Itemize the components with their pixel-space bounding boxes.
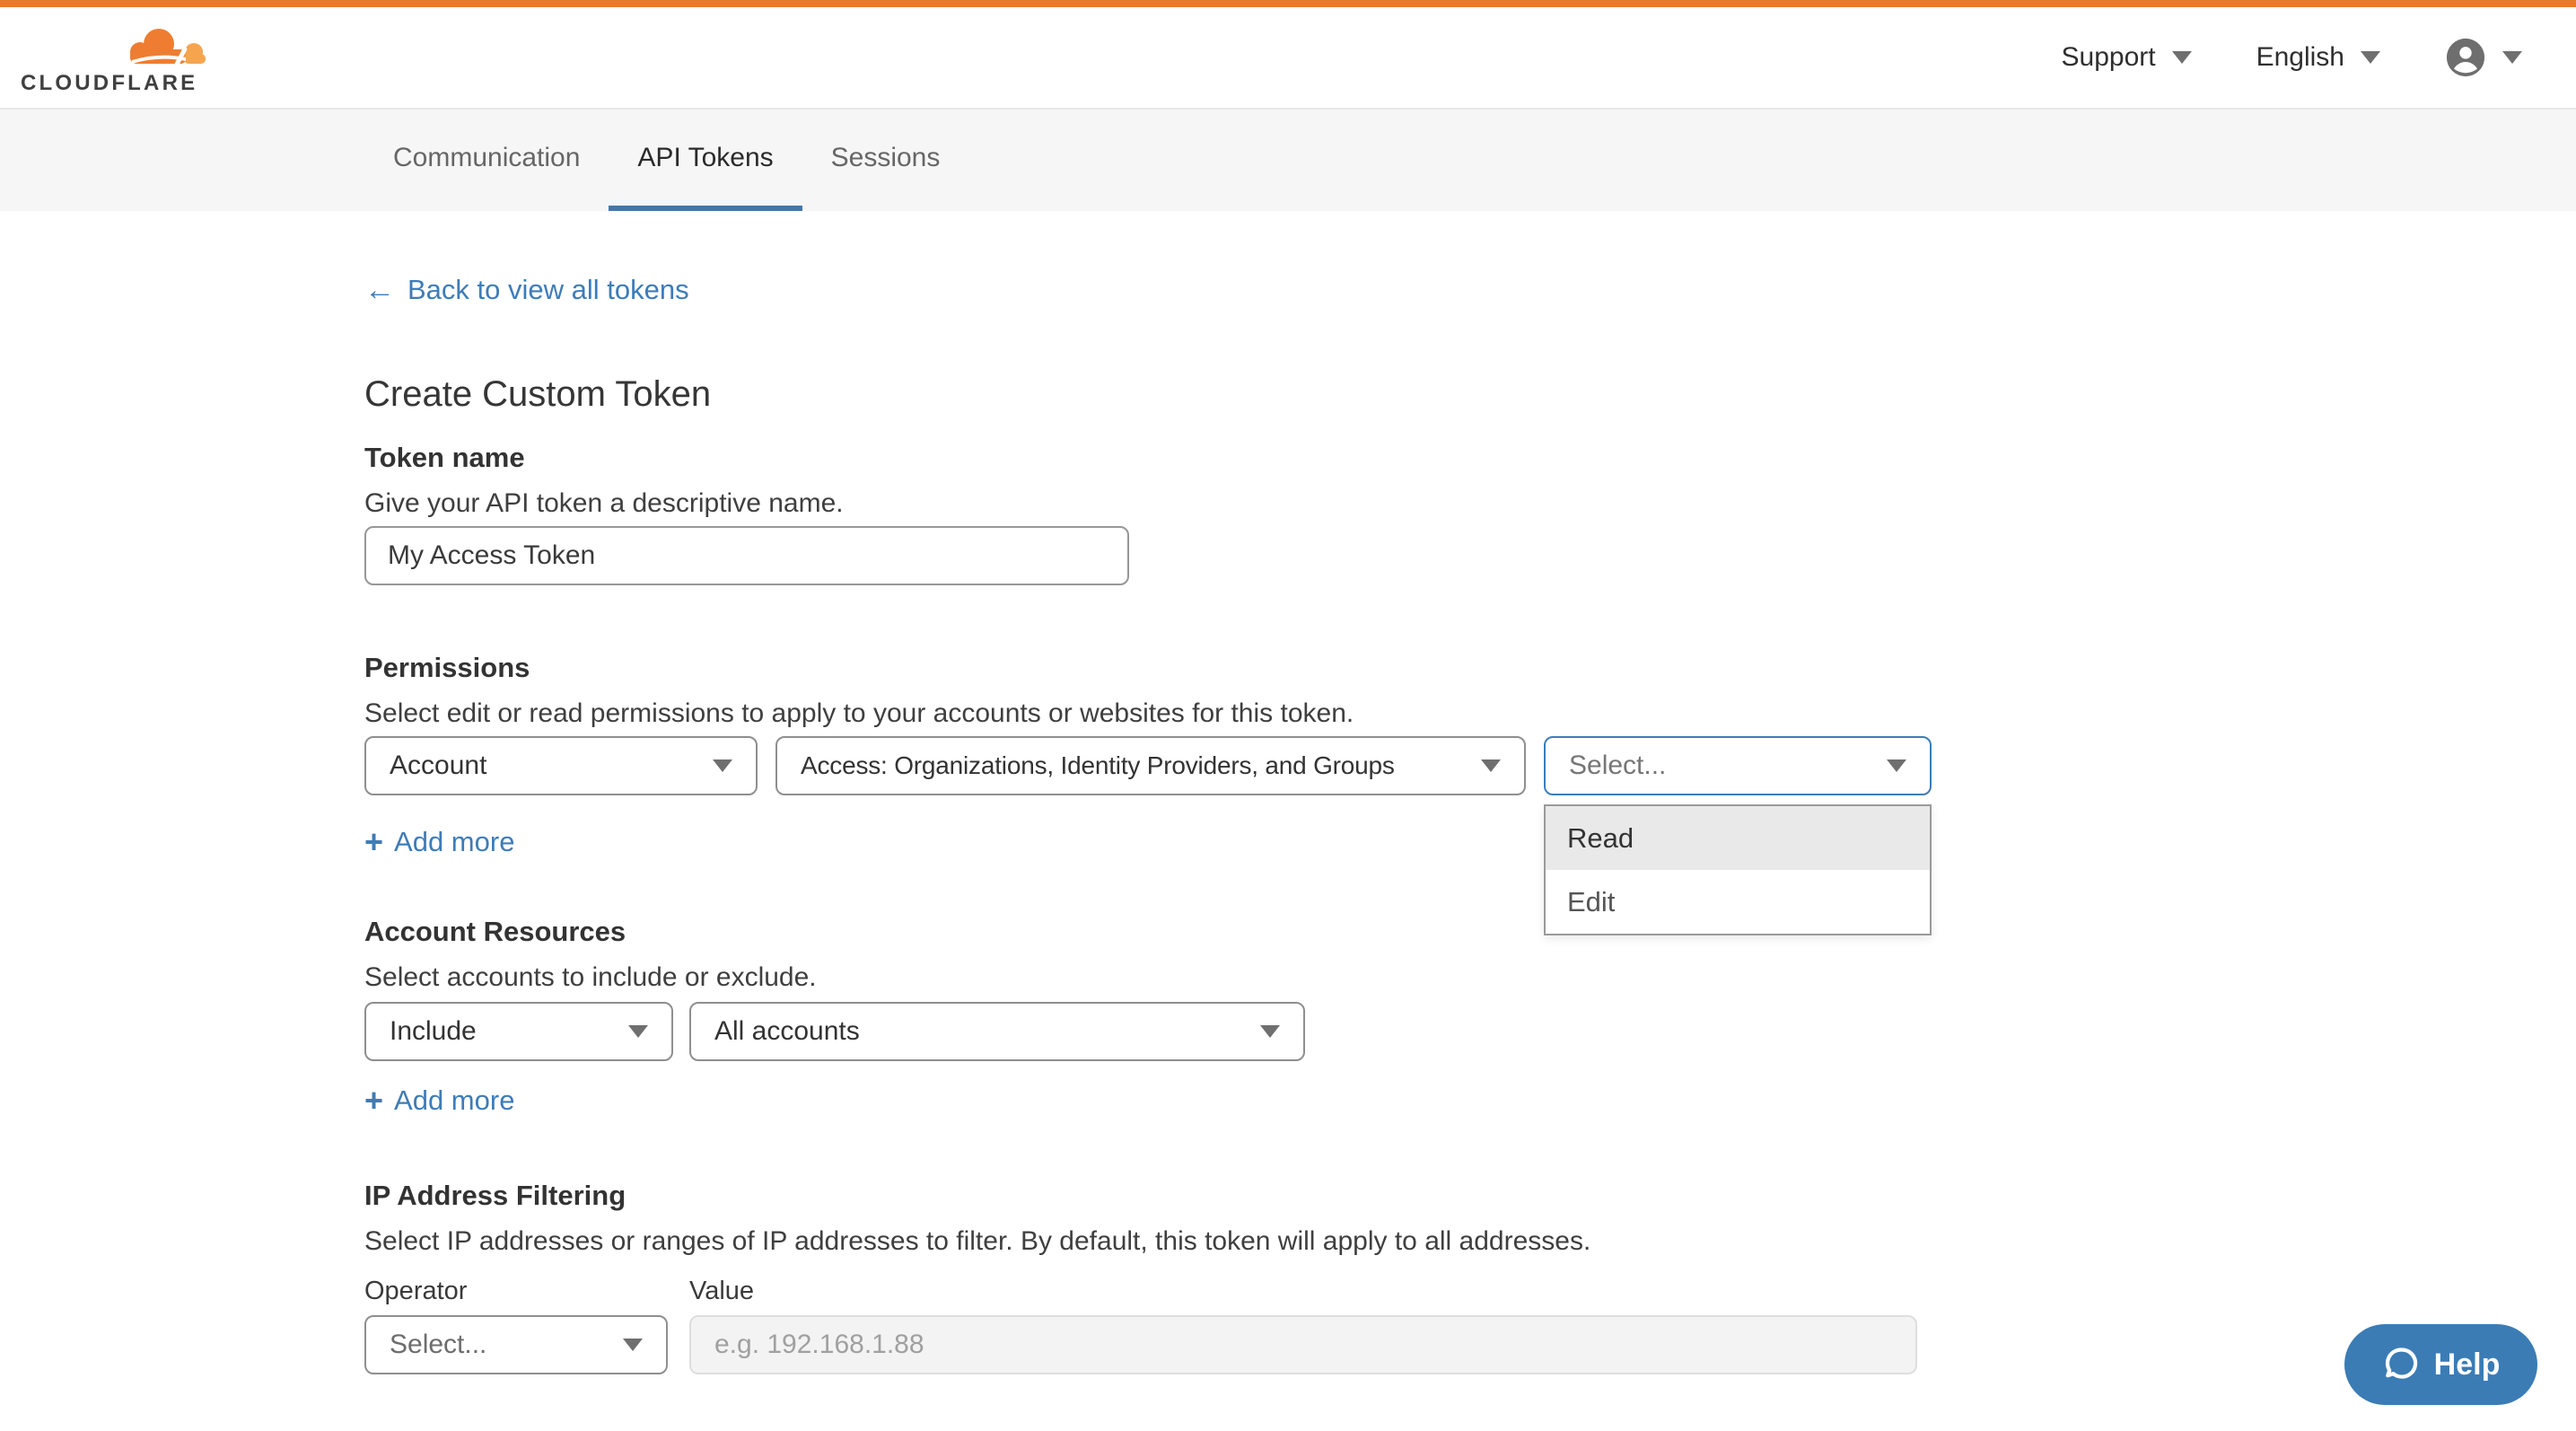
chevron-down-icon [623, 1339, 643, 1351]
account-menu[interactable] [2445, 37, 2522, 78]
user-avatar-icon [2445, 37, 2486, 78]
tab-communication[interactable]: Communication [364, 110, 609, 211]
page-title: Create Custom Token [364, 374, 2064, 415]
support-menu[interactable]: Support [2062, 42, 2192, 73]
permission-scope-select[interactable]: Account [364, 736, 758, 795]
ip-operator-select[interactable]: Select... [364, 1315, 668, 1374]
ip-filter-labels-row: Operator Value [364, 1277, 2064, 1306]
account-resources-description: Select accounts to include or exclude. [364, 962, 2064, 993]
chevron-down-icon [1887, 759, 1906, 772]
resources-add-more-link[interactable]: + Add more [364, 1084, 514, 1117]
brand-wordmark: CLOUDFLARE [21, 71, 211, 96]
access-dropdown-menu: Read Edit [1544, 804, 1932, 935]
language-menu[interactable]: English [2256, 42, 2380, 73]
plus-icon: + [364, 826, 383, 858]
back-arrow-icon: ← [364, 275, 395, 305]
resource-accounts-select[interactable]: All accounts [689, 1002, 1305, 1061]
add-more-label: Add more [394, 1084, 514, 1117]
help-button[interactable]: Help [2344, 1324, 2537, 1405]
permissions-description: Select edit or read permissions to apply… [364, 698, 2064, 729]
chevron-down-icon [2361, 51, 2380, 64]
operator-label: Operator [364, 1277, 689, 1306]
back-link-label: Back to view all tokens [407, 274, 689, 306]
cloudflare-logo[interactable]: CLOUDFLARE [21, 19, 211, 96]
support-menu-label: Support [2062, 42, 2156, 73]
ip-filtering-description: Select IP addresses or ranges of IP addr… [364, 1226, 2064, 1257]
permissions-add-more-link[interactable]: + Add more [364, 826, 514, 858]
permission-access-select[interactable]: Select... [1544, 736, 1932, 795]
chevron-down-icon [1481, 759, 1501, 772]
resource-mode-value: Include [390, 1016, 614, 1047]
help-chat-icon [2382, 1345, 2422, 1384]
top-accent-bar [0, 0, 2576, 7]
permissions-select-row: Account Access: Organizations, Identity … [364, 736, 2064, 795]
resource-mode-select[interactable]: Include [364, 1002, 673, 1061]
plus-icon: + [364, 1084, 383, 1117]
ip-value-input[interactable] [689, 1315, 1917, 1374]
access-option-edit[interactable]: Edit [1546, 870, 1930, 934]
ip-operator-value: Select... [390, 1330, 609, 1360]
header-nav: Support English [2062, 37, 2576, 78]
permissions-heading: Permissions [364, 652, 2064, 684]
back-to-tokens-link[interactable]: ← Back to view all tokens [364, 274, 689, 306]
permission-group-select[interactable]: Access: Organizations, Identity Provider… [775, 736, 1526, 795]
permission-group-value: Access: Organizations, Identity Provider… [801, 751, 1467, 780]
token-name-description: Give your API token a descriptive name. [364, 488, 2064, 519]
tab-api-tokens[interactable]: API Tokens [609, 110, 802, 211]
permission-access-value: Select... [1569, 751, 1872, 781]
chevron-down-icon [713, 759, 732, 772]
tab-sessions[interactable]: Sessions [802, 110, 969, 211]
language-menu-label: English [2256, 42, 2344, 73]
account-resources-select-row: Include All accounts [364, 1002, 2064, 1061]
value-label: Value [689, 1277, 754, 1306]
main-content: ← Back to view all tokens Create Custom … [0, 274, 2064, 1374]
app-header: CLOUDFLARE Support English [0, 7, 2576, 110]
chevron-down-icon [628, 1025, 648, 1038]
chevron-down-icon [1260, 1025, 1280, 1038]
token-name-input[interactable] [364, 526, 1129, 585]
chevron-down-icon [2502, 51, 2522, 64]
chevron-down-icon [2172, 51, 2192, 64]
cloudflare-cloud-icon [116, 24, 211, 69]
ip-filter-controls-row: Select... [364, 1315, 2064, 1374]
ip-filtering-heading: IP Address Filtering [364, 1180, 2064, 1212]
permission-access-select-wrap: Select... Read Edit [1544, 736, 1932, 795]
permission-scope-value: Account [390, 751, 698, 781]
add-more-label: Add more [394, 826, 514, 858]
access-option-read[interactable]: Read [1546, 806, 1930, 870]
profile-tabbar: Communication API Tokens Sessions [0, 110, 2576, 211]
resource-accounts-value: All accounts [714, 1016, 1246, 1047]
token-name-heading: Token name [364, 442, 2064, 474]
help-button-label: Help [2434, 1348, 2501, 1383]
